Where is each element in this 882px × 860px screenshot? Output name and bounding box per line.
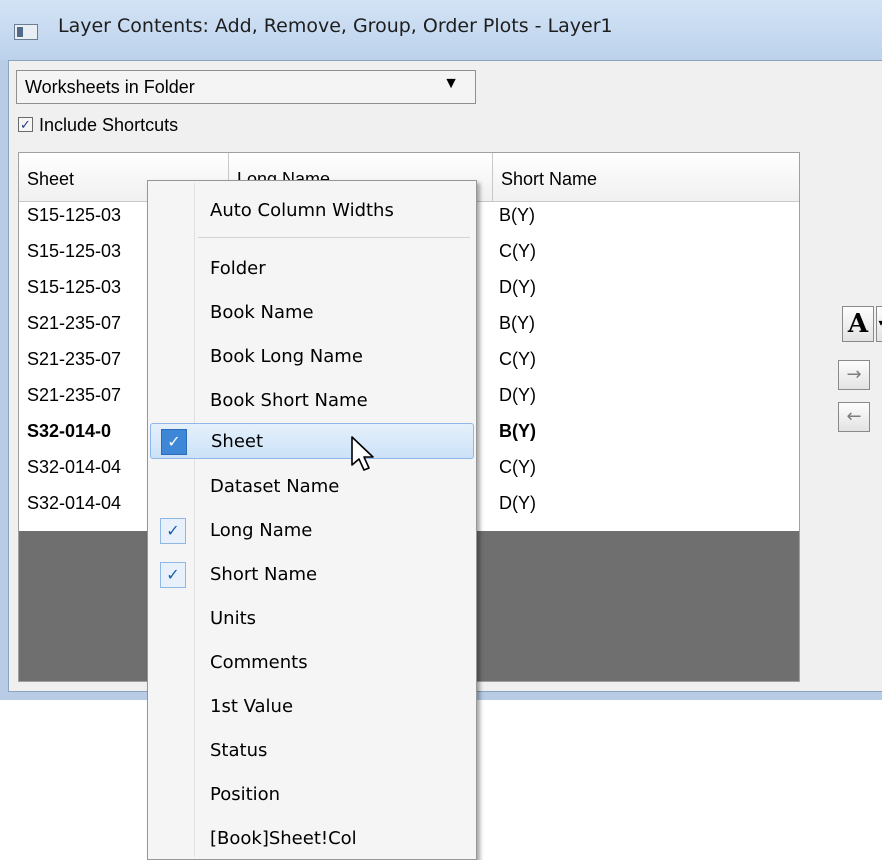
- dropdown-arrow-icon[interactable]: ▼: [443, 75, 459, 93]
- menu-item-sheet[interactable]: ✓ Sheet: [150, 423, 474, 459]
- source-dropdown-value: Worksheets in Folder: [25, 77, 195, 97]
- add-plot-button[interactable]: →: [838, 360, 870, 390]
- menu-item-book-name[interactable]: Book Name: [150, 295, 474, 331]
- menu-item-1st-value[interactable]: 1st Value: [150, 689, 474, 725]
- menu-item-dataset-name[interactable]: Dataset Name: [150, 469, 474, 505]
- mouse-cursor-icon: [351, 436, 374, 471]
- left-arrow-icon: ←: [846, 406, 862, 427]
- column-header-short-name[interactable]: Short Name: [493, 153, 799, 201]
- column-context-menu: Auto Column Widths Folder Book Name Book…: [147, 180, 477, 860]
- check-icon: ✓: [160, 518, 186, 544]
- check-icon: ✓: [160, 562, 186, 588]
- menu-item-book-long-name[interactable]: Book Long Name: [150, 339, 474, 375]
- font-button-label: A: [847, 309, 869, 339]
- title-bar[interactable]: Layer Contents: Add, Remove, Group, Orde…: [0, 0, 882, 60]
- menu-item-folder[interactable]: Folder: [150, 251, 474, 287]
- include-shortcuts-label: Include Shortcuts: [39, 115, 179, 135]
- remove-plot-button[interactable]: ←: [838, 402, 870, 432]
- menu-item-book-short-name[interactable]: Book Short Name: [150, 383, 474, 419]
- window-title: Layer Contents: Add, Remove, Group, Orde…: [58, 15, 613, 37]
- font-button[interactable]: A: [842, 306, 874, 342]
- right-arrow-icon: →: [846, 364, 862, 385]
- menu-separator: [198, 237, 470, 238]
- menu-item-comments[interactable]: Comments: [150, 645, 474, 681]
- menu-item-position[interactable]: Position: [150, 777, 474, 813]
- menu-item-status[interactable]: Status: [150, 733, 474, 769]
- menu-item-book-sheet-col[interactable]: [Book]Sheet!Col: [150, 821, 474, 857]
- check-icon: ✓: [161, 429, 187, 455]
- window-icon[interactable]: [14, 24, 38, 40]
- menu-item-auto-column-widths[interactable]: Auto Column Widths: [150, 193, 474, 229]
- include-shortcuts-checkbox[interactable]: ✓: [18, 117, 33, 132]
- menu-item-short-name[interactable]: ✓ Short Name: [150, 557, 474, 593]
- menu-item-units[interactable]: Units: [150, 601, 474, 637]
- source-dropdown[interactable]: Worksheets in Folder ▼: [16, 70, 476, 104]
- menu-item-long-name[interactable]: ✓ Long Name: [150, 513, 474, 549]
- font-dropdown-button[interactable]: ▾: [876, 306, 882, 342]
